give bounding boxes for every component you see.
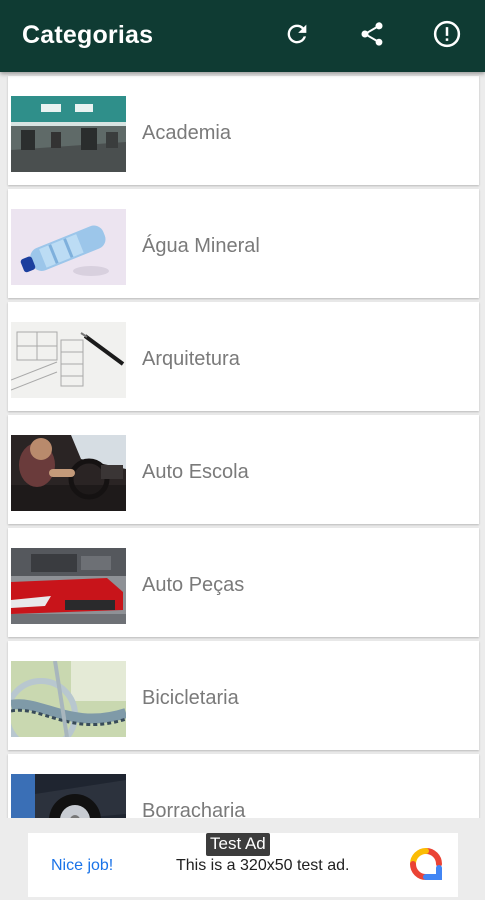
category-label: Auto Escola: [142, 461, 249, 483]
ad-banner-area: Nice job! This is a 320x50 test ad.: [0, 818, 485, 900]
category-item-arquitetura[interactable]: Arquitetura: [8, 302, 479, 411]
ad-text: This is a 320x50 test ad.: [176, 857, 350, 874]
info-icon: [432, 19, 462, 54]
auto-pecas-thumbnail: [11, 548, 126, 624]
category-label: Auto Peças: [142, 574, 245, 596]
category-label: Arquitetura: [142, 348, 240, 370]
agua-mineral-thumbnail: [11, 209, 126, 285]
category-item-auto-escola[interactable]: Auto Escola: [8, 415, 479, 524]
category-item-academia[interactable]: Academia: [8, 76, 479, 185]
test-ad-badge: Test Ad: [206, 833, 270, 856]
academia-thumbnail: [11, 96, 126, 172]
category-item-agua-mineral[interactable]: Água Mineral: [8, 189, 479, 298]
category-label: Bicicletaria: [142, 687, 239, 709]
category-label: Academia: [142, 122, 231, 144]
category-item-bicicletaria[interactable]: Bicicletaria: [8, 641, 479, 750]
app-bar: Categorias: [0, 0, 485, 72]
refresh-icon: [283, 20, 311, 53]
auto-escola-thumbnail: [11, 435, 126, 511]
bicicletaria-thumbnail: [11, 661, 126, 737]
arquitetura-thumbnail: [11, 322, 126, 398]
category-label: Borracharia: [142, 800, 246, 818]
page-title: Categorias: [22, 21, 154, 49]
category-label: Água Mineral: [142, 235, 260, 257]
borracharia-thumbnail: [11, 774, 126, 818]
info-button[interactable]: [429, 18, 465, 54]
category-item-auto-pecas[interactable]: Auto Peças: [8, 528, 479, 637]
category-list[interactable]: Academia Água Mineral Arquitetura Auto E…: [0, 72, 485, 818]
ad-cta[interactable]: Nice job!: [51, 857, 113, 875]
refresh-button[interactable]: [279, 18, 315, 54]
ad-logo-icon: [408, 846, 444, 887]
share-button[interactable]: [354, 18, 390, 54]
category-item-borracharia[interactable]: Borracharia: [8, 754, 479, 818]
share-icon: [358, 20, 386, 53]
